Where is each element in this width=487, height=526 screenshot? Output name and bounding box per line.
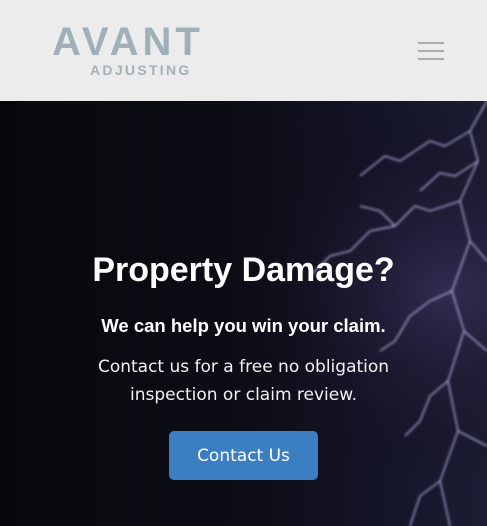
- logo-wordmark: AVANT: [52, 20, 204, 64]
- logo-tagline: ADJUSTING: [90, 62, 192, 78]
- hamburger-menu-button[interactable]: [414, 38, 448, 64]
- hero-description: Contact us for a free no obligation insp…: [97, 357, 390, 405]
- hero-title: Property Damage?: [92, 251, 395, 289]
- contact-us-button[interactable]: Contact Us: [169, 431, 318, 480]
- avant-adjusting-logo[interactable]: AVANT ADJUSTING: [52, 20, 268, 80]
- hero-section: Property Damage? We can help you win you…: [0, 101, 487, 526]
- hamburger-menu-icon: [418, 42, 444, 44]
- site-header: AVANT ADJUSTING: [0, 0, 487, 102]
- hero-subtitle: We can help you win your claim.: [101, 315, 386, 336]
